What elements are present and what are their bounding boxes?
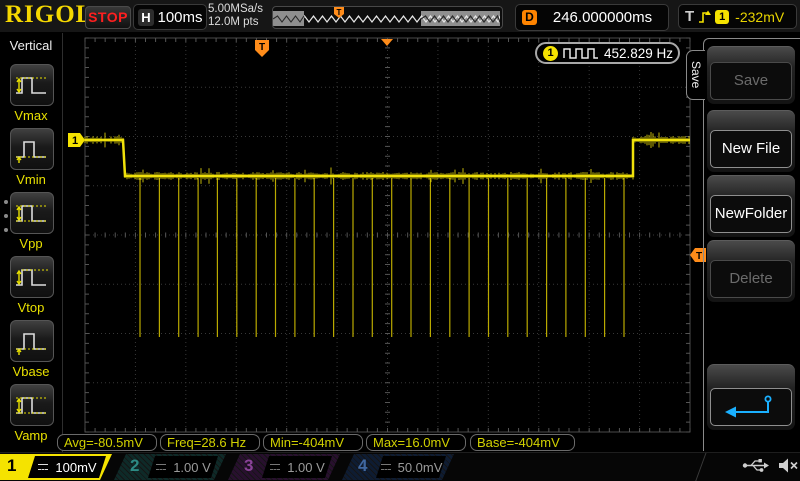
softkey-save[interactable]: Save bbox=[707, 46, 795, 104]
measure-button-vamp[interactable]: .p{fill:none;stroke:#ddd;stroke-width:1.… bbox=[10, 384, 54, 426]
measure-button-vpp[interactable]: .p{fill:none;stroke:#ddd;stroke-width:1.… bbox=[10, 192, 54, 234]
dc-coupling-icon bbox=[269, 463, 281, 472]
memory-waveform-preview[interactable]: T bbox=[272, 6, 503, 29]
trigger-box[interactable]: T 1 -232mV bbox=[678, 4, 797, 29]
softkey-face: Save bbox=[710, 62, 792, 100]
channel-scale: 50.0mV bbox=[398, 460, 443, 475]
run-state-badge[interactable]: STOP bbox=[85, 6, 131, 29]
dc-coupling-icon bbox=[37, 463, 49, 472]
measure-button-vbase[interactable]: .p{fill:none;stroke:#ddd;stroke-width:1.… bbox=[10, 320, 54, 362]
sample-rate: 5.00MSa/s bbox=[208, 3, 263, 16]
measure-button-vtop[interactable]: .p{fill:none;stroke:#ddd;stroke-width:1.… bbox=[10, 256, 54, 298]
channel-number: 3 bbox=[244, 456, 253, 476]
svg-text:1: 1 bbox=[72, 135, 78, 147]
vmin-icon: .p{fill:none;stroke:#ddd;stroke-width:1.… bbox=[14, 134, 50, 164]
trigger-slope-icon bbox=[698, 9, 711, 24]
delay-value: 246.000000ms bbox=[537, 9, 668, 26]
delay-box[interactable]: D 246.000000ms bbox=[515, 4, 669, 31]
softkey-face: Delete bbox=[710, 260, 792, 298]
system-status-icons bbox=[742, 456, 799, 475]
usb-icon bbox=[742, 456, 770, 475]
rigol-logo: RIGOL bbox=[5, 1, 93, 29]
hardware-freq-counter: 1 452.829 Hz bbox=[535, 42, 680, 64]
dc-coupling-icon bbox=[380, 463, 392, 472]
measure-button-label: Vbase bbox=[0, 364, 62, 379]
channel-number: 4 bbox=[358, 456, 367, 476]
channel-number: 1 bbox=[7, 456, 16, 476]
svg-text:T: T bbox=[337, 8, 342, 17]
channel-1-level-marker[interactable]: 1 bbox=[68, 133, 85, 147]
measure-button-label: Vtop bbox=[0, 300, 62, 315]
channel-number: 2 bbox=[130, 456, 139, 476]
trigger-position-marker[interactable]: T bbox=[255, 40, 269, 57]
page-indicator-dot bbox=[4, 228, 8, 232]
page-indicator-dot bbox=[4, 200, 8, 204]
channel-scale-box: 1.00 V bbox=[262, 456, 332, 478]
channel-1-tab[interactable]: 1 100mV bbox=[0, 454, 112, 480]
trigger-level-value: -232mV bbox=[735, 9, 784, 25]
vpp-icon: .p{fill:none;stroke:#ddd;stroke-width:1.… bbox=[14, 198, 50, 228]
channel-scale-box: 50.0mV bbox=[376, 456, 446, 478]
horizontal-timebase-box[interactable]: H 100ms bbox=[133, 4, 207, 30]
channel-2-tab[interactable]: 2 1.00 V bbox=[114, 454, 226, 480]
preview-waveform-icon: T bbox=[273, 7, 500, 26]
measurement-value: Max=16.0mV bbox=[366, 434, 466, 451]
acquisition-info: 5.00MSa/s 12.0M pts bbox=[208, 3, 263, 29]
svg-text:T: T bbox=[696, 251, 702, 262]
oscilloscope-display: 1 T T bbox=[0, 0, 800, 480]
trigger-label: T bbox=[685, 8, 694, 25]
measure-sidebar: Vertical .p{fill:none;stroke:#ddd;stroke… bbox=[0, 32, 63, 452]
softkey-new-file[interactable]: New File bbox=[707, 110, 795, 172]
channel-scale: 100mV bbox=[55, 460, 96, 475]
svg-text:T: T bbox=[259, 42, 265, 53]
measure-button-label: Vmax bbox=[0, 108, 62, 123]
measurement-value: Avg=-80.5mV bbox=[57, 434, 157, 451]
measurement-value: Freq=28.6 Hz bbox=[160, 434, 260, 451]
right-menu-tab: Save bbox=[686, 50, 705, 100]
status-separator bbox=[694, 453, 708, 481]
measure-button-label: Vamp bbox=[0, 428, 62, 443]
page-indicator-dot bbox=[4, 214, 8, 218]
delay-label: D bbox=[522, 10, 537, 25]
return-arrow-icon bbox=[720, 392, 782, 422]
channel-scale-box: 100mV bbox=[28, 456, 106, 478]
dc-coupling-icon bbox=[155, 463, 167, 472]
softkey-face bbox=[710, 388, 792, 426]
freq-counter-channel-badge: 1 bbox=[543, 46, 558, 61]
channel-status-bar: 1 100mV2 1.00 V3 1.00 V4 50.0mV bbox=[0, 452, 800, 481]
measure-button-vmax[interactable]: .p{fill:none;stroke:#ddd;stroke-width:1.… bbox=[10, 64, 54, 106]
sidebar-title: Vertical bbox=[0, 38, 62, 53]
memory-depth: 12.0M pts bbox=[208, 16, 263, 29]
measurement-value: Min=-404mV bbox=[263, 434, 363, 451]
channel-3-tab[interactable]: 3 1.00 V bbox=[228, 454, 340, 480]
measure-button-vmin[interactable]: .p{fill:none;stroke:#ddd;stroke-width:1.… bbox=[10, 128, 54, 170]
vamp-icon: .p{fill:none;stroke:#ddd;stroke-width:1.… bbox=[14, 390, 50, 420]
softkey-newfolder[interactable]: NewFolder bbox=[707, 175, 795, 237]
measurement-value: Base=-404mV bbox=[470, 434, 575, 451]
measure-button-label: Vmin bbox=[0, 172, 62, 187]
softkey-return[interactable] bbox=[707, 364, 795, 430]
speaker-muted-icon bbox=[777, 456, 799, 475]
vbase-icon: .p{fill:none;stroke:#ddd;stroke-width:1.… bbox=[14, 326, 50, 356]
channel-4-tab[interactable]: 4 50.0mV bbox=[342, 454, 454, 480]
channel-scale: 1.00 V bbox=[287, 460, 325, 475]
square-wave-icon bbox=[563, 47, 599, 60]
vtop-icon: .p{fill:none;stroke:#ddd;stroke-width:1.… bbox=[14, 262, 50, 292]
channel-scale-box: 1.00 V bbox=[148, 456, 218, 478]
right-menu-tab-label: Save bbox=[689, 61, 703, 88]
vmax-icon: .p{fill:none;stroke:#ddd;stroke-width:1.… bbox=[14, 70, 50, 100]
trigger-source-badge: 1 bbox=[715, 10, 729, 24]
top-status-bar: RIGOL STOP H 100ms 5.00MSa/s 12.0M pts T… bbox=[0, 0, 800, 33]
softkey-face: New File bbox=[710, 130, 792, 168]
measure-button-label: Vpp bbox=[0, 236, 62, 251]
freq-counter-value: 452.829 Hz bbox=[604, 46, 673, 61]
channel-scale: 1.00 V bbox=[173, 460, 211, 475]
timebase-value: 100ms bbox=[154, 9, 206, 26]
softkey-delete[interactable]: Delete bbox=[707, 240, 795, 302]
horizontal-label: H bbox=[138, 9, 154, 26]
softkey-face: NewFolder bbox=[710, 195, 792, 233]
horizontal-center-marker bbox=[381, 39, 393, 46]
